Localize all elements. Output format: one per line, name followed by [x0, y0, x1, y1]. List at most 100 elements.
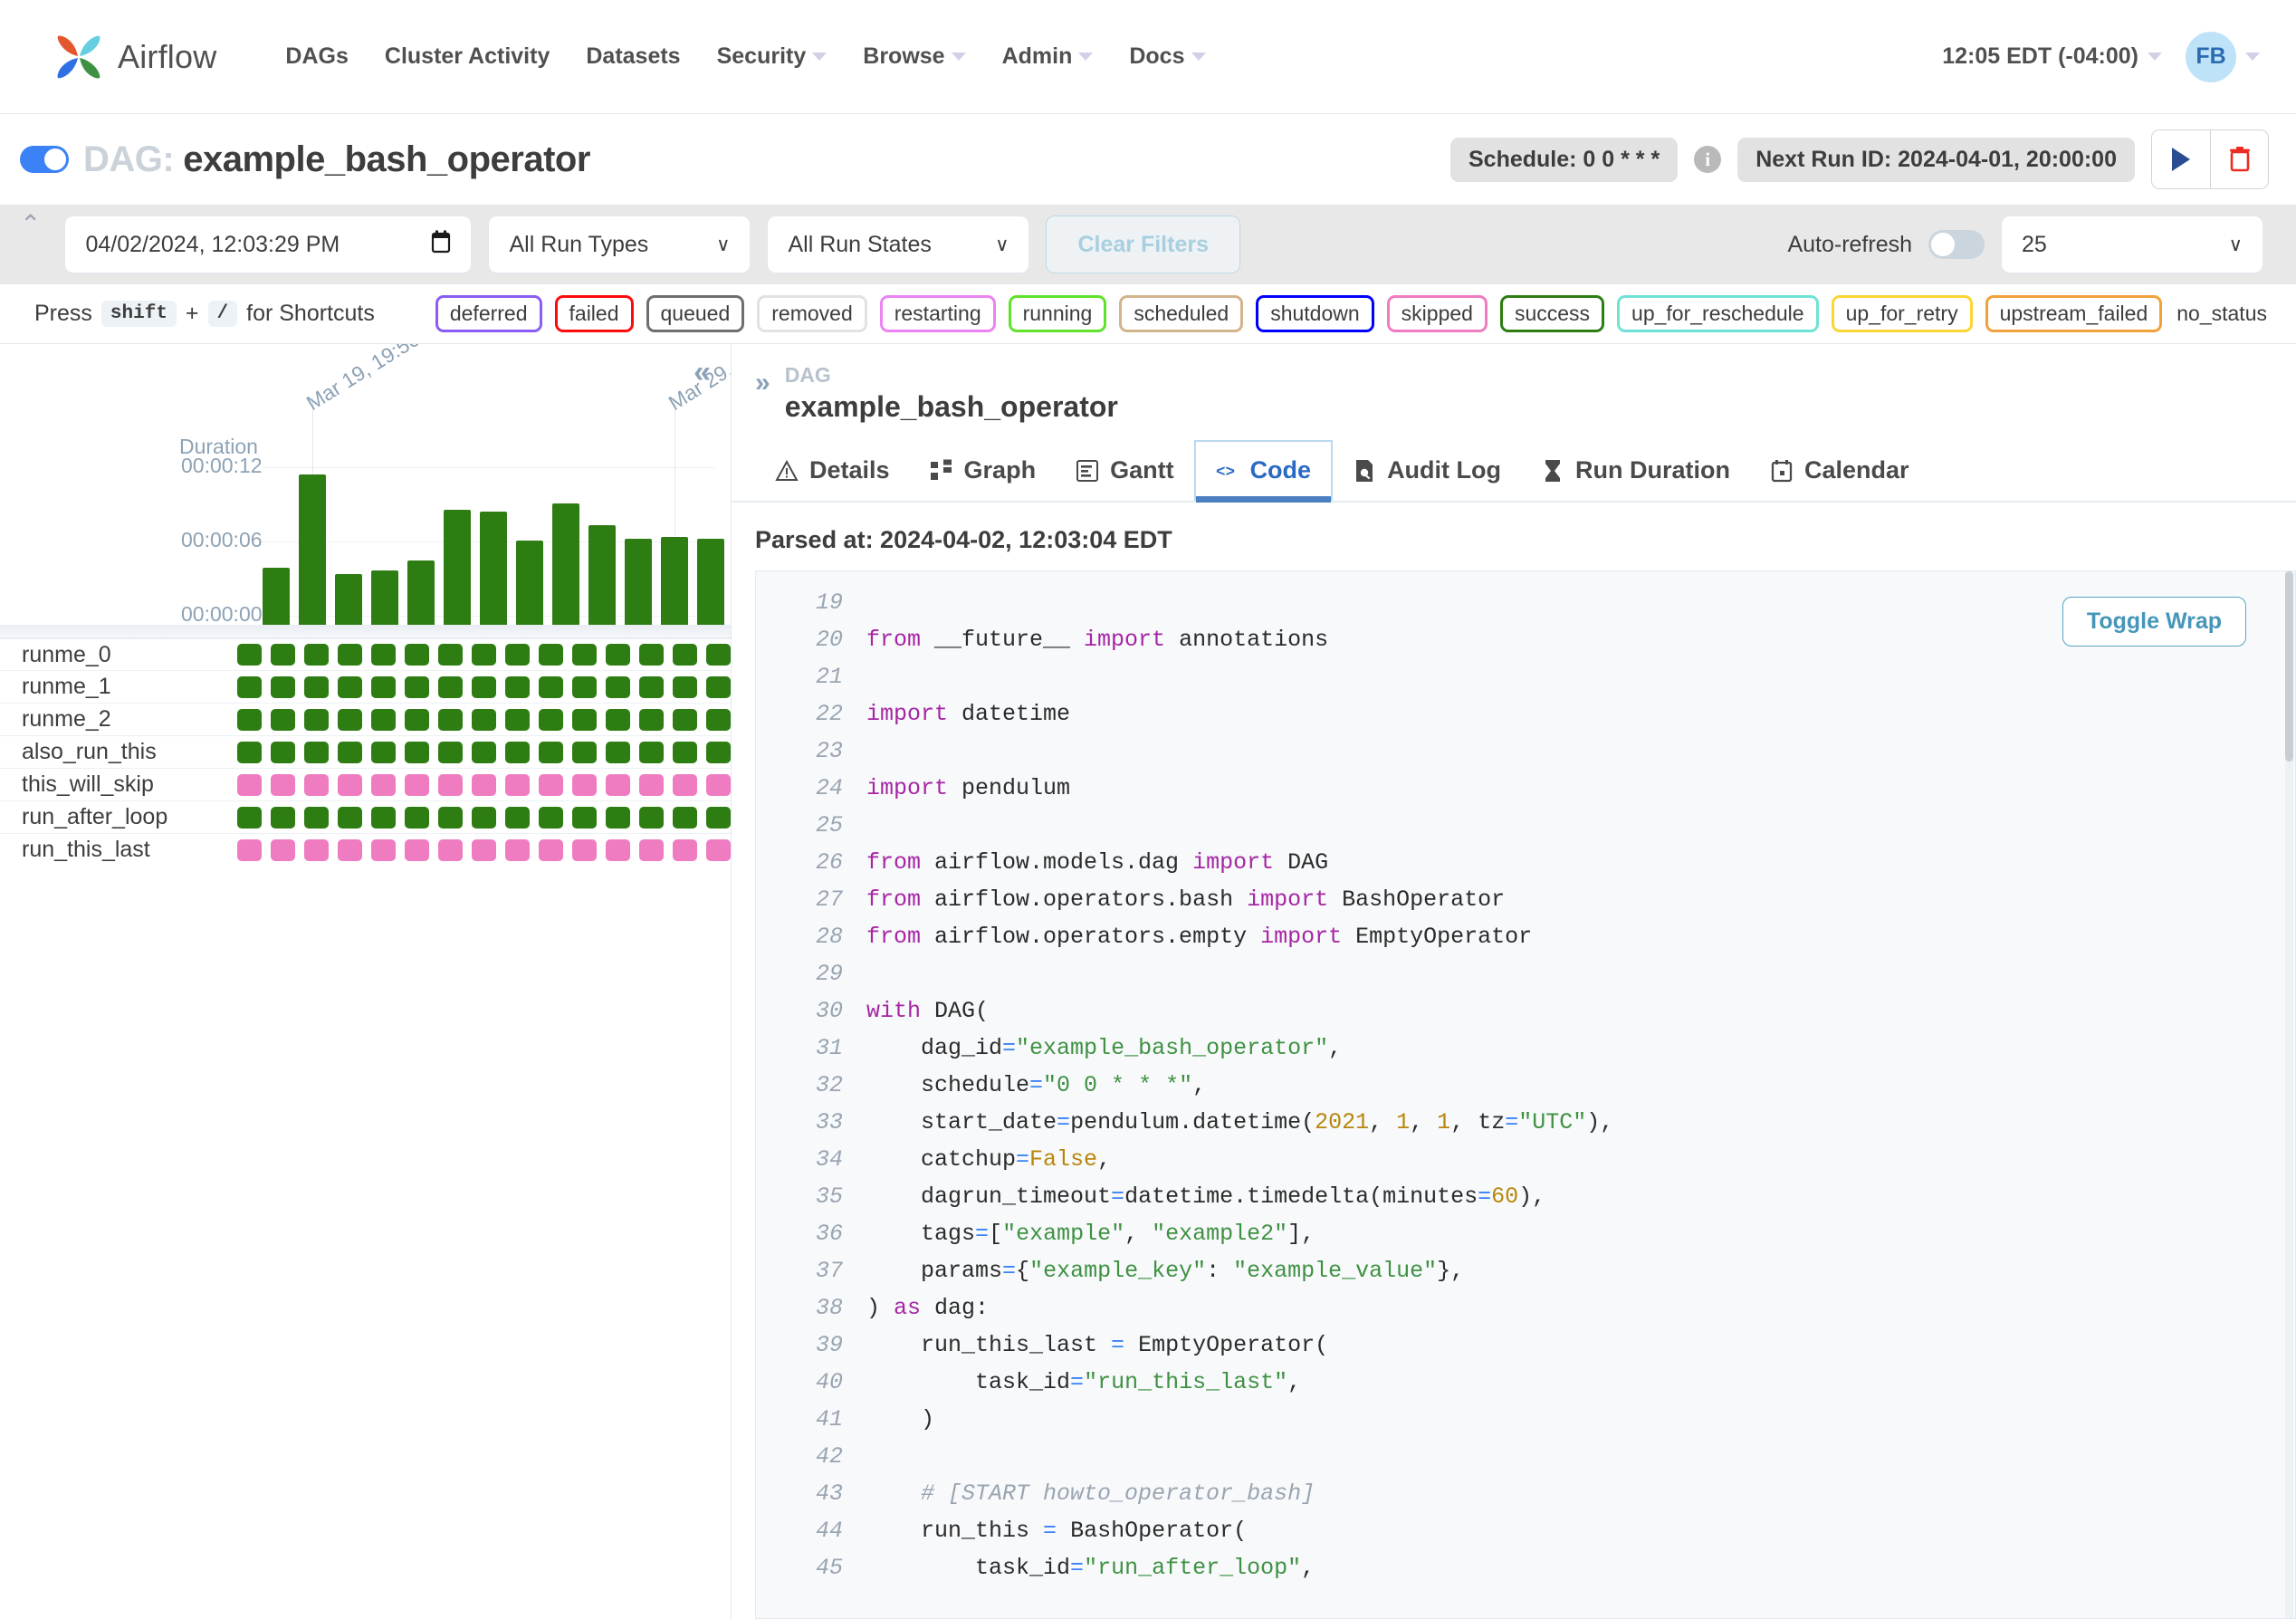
task-instance-cell[interactable] [237, 741, 262, 763]
task-instance-cell[interactable] [338, 773, 362, 796]
task-instance-cell[interactable] [639, 675, 664, 698]
task-instance-cell[interactable] [572, 644, 597, 666]
task-instance-cell[interactable] [438, 806, 463, 829]
legend-badge-restarting[interactable]: restarting [879, 295, 996, 332]
task-instance-cell[interactable] [572, 806, 597, 829]
legend-badge-no_status[interactable]: no_status [2175, 298, 2269, 330]
task-instance-cell[interactable] [539, 741, 563, 763]
legend-badge-scheduled[interactable]: scheduled [1119, 295, 1244, 332]
tab-calendar[interactable]: Calendar [1750, 442, 1929, 501]
task-instance-cell[interactable] [606, 773, 630, 796]
task-instance-cell[interactable] [706, 773, 731, 796]
task-name[interactable]: runme_2 [0, 706, 237, 733]
task-instance-cell[interactable] [472, 675, 496, 698]
task-instance-cell[interactable] [237, 773, 262, 796]
task-instance-cell[interactable] [706, 838, 731, 861]
task-instance-cell[interactable] [505, 838, 530, 861]
task-instance-cell[interactable] [338, 675, 362, 698]
task-instance-cell[interactable] [405, 838, 429, 861]
nav-item-docs[interactable]: Docs [1111, 34, 1223, 79]
info-icon[interactable]: i [1694, 146, 1722, 173]
task-instance-cell[interactable] [338, 838, 362, 861]
task-instance-cell[interactable] [438, 741, 463, 763]
base-date-input[interactable]: 04/02/2024, 12:03:29 PM [64, 216, 473, 273]
nav-item-cluster-activity[interactable]: Cluster Activity [367, 34, 568, 79]
task-instance-cell[interactable] [405, 741, 429, 763]
task-instance-cell[interactable] [304, 806, 329, 829]
expand-panel-icon[interactable]: » [755, 369, 770, 397]
user-menu[interactable]: FB [2186, 31, 2260, 82]
chart-bar[interactable] [335, 573, 362, 625]
legend-badge-deferred[interactable]: deferred [435, 295, 542, 332]
task-instance-cell[interactable] [304, 773, 329, 796]
tab-details[interactable]: Details [755, 442, 910, 501]
chart-bar[interactable] [444, 509, 471, 625]
task-instance-cell[interactable] [405, 644, 429, 666]
task-instance-cell[interactable] [505, 773, 530, 796]
task-instance-cell[interactable] [706, 644, 731, 666]
tab-audit-log[interactable]: Audit Log [1333, 442, 1521, 501]
task-instance-cell[interactable] [639, 644, 664, 666]
task-instance-cell[interactable] [405, 708, 429, 731]
task-instance-cell[interactable] [673, 675, 697, 698]
task-instance-cell[interactable] [338, 708, 362, 731]
chart-bar[interactable] [552, 503, 579, 625]
task-name[interactable]: runme_1 [0, 674, 237, 700]
task-instance-cell[interactable] [706, 675, 731, 698]
task-instance-cell[interactable] [438, 644, 463, 666]
legend-badge-running[interactable]: running [1008, 295, 1107, 332]
legend-badge-success[interactable]: success [1499, 295, 1605, 332]
nav-item-dags[interactable]: DAGs [267, 34, 366, 79]
task-instance-cell[interactable] [405, 806, 429, 829]
task-instance-cell[interactable] [472, 838, 496, 861]
task-instance-cell[interactable] [505, 644, 530, 666]
legend-badge-up_for_retry[interactable]: up_for_retry [1831, 295, 1973, 332]
legend-badge-failed[interactable]: failed [554, 295, 634, 332]
chart-bar[interactable] [299, 474, 326, 625]
trigger-dag-button[interactable] [2152, 130, 2210, 188]
task-instance-cell[interactable] [304, 708, 329, 731]
task-instance-cell[interactable] [639, 838, 664, 861]
chart-bar[interactable] [480, 512, 507, 625]
task-instance-cell[interactable] [438, 773, 463, 796]
task-instance-cell[interactable] [505, 741, 530, 763]
chart-bar[interactable] [588, 525, 616, 625]
task-instance-cell[interactable] [639, 708, 664, 731]
chart-bar[interactable] [407, 560, 435, 625]
chart-bar[interactable] [371, 570, 398, 625]
nav-item-security[interactable]: Security [699, 34, 846, 79]
task-instance-cell[interactable] [606, 741, 630, 763]
auto-refresh-toggle[interactable] [1928, 230, 1985, 259]
task-instance-cell[interactable] [572, 741, 597, 763]
run-type-select[interactable]: All Run Types ∨ [488, 216, 751, 273]
table-row[interactable]: also_run_this [0, 735, 731, 768]
task-instance-cell[interactable] [338, 644, 362, 666]
delete-dag-button[interactable] [2210, 130, 2268, 188]
legend-badge-up_for_reschedule[interactable]: up_for_reschedule [1617, 295, 1819, 332]
nav-item-browse[interactable]: Browse [845, 34, 983, 79]
legend-badge-skipped[interactable]: skipped [1386, 295, 1488, 332]
task-instance-cell[interactable] [405, 773, 429, 796]
run-state-select[interactable]: All Run States ∨ [767, 216, 1030, 273]
task-instance-cell[interactable] [338, 806, 362, 829]
task-instance-cell[interactable] [472, 741, 496, 763]
task-instance-cell[interactable] [639, 806, 664, 829]
task-instance-cell[interactable] [606, 644, 630, 666]
brand-logo-link[interactable]: Airflow [51, 29, 216, 85]
toggle-wrap-button[interactable]: Toggle Wrap [2062, 597, 2246, 647]
task-instance-cell[interactable] [371, 708, 396, 731]
task-instance-cell[interactable] [505, 806, 530, 829]
task-instance-cell[interactable] [472, 708, 496, 731]
task-instance-cell[interactable] [673, 838, 697, 861]
task-instance-cell[interactable] [539, 773, 563, 796]
nav-item-datasets[interactable]: Datasets [568, 34, 698, 79]
legend-badge-removed[interactable]: removed [757, 295, 867, 332]
table-row[interactable]: runme_1 [0, 670, 731, 703]
dag-pause-toggle[interactable] [20, 146, 69, 173]
task-instance-cell[interactable] [371, 741, 396, 763]
timezone-selector[interactable]: 12:05 EDT (-04:00) [1942, 43, 2162, 70]
collapse-filters-icon[interactable]: ⌃ [20, 212, 41, 237]
task-instance-cell[interactable] [438, 675, 463, 698]
task-instance-cell[interactable] [472, 773, 496, 796]
legend-badge-shutdown[interactable]: shutdown [1256, 295, 1374, 332]
